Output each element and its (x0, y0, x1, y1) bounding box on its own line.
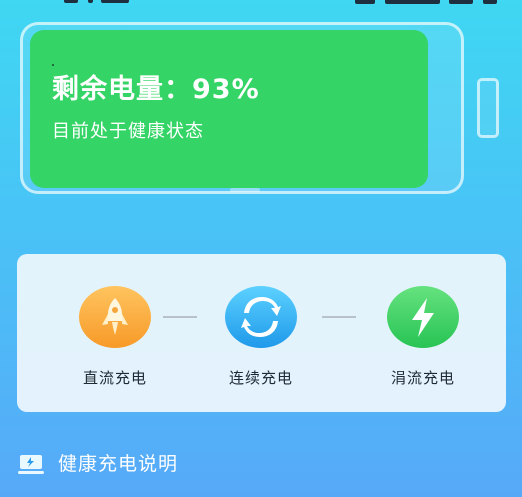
battery-info: 剩余电量：93% 目前处于健康状态 (52, 68, 260, 144)
mode-connector-1 (163, 316, 197, 318)
mode-fast-charge[interactable]: 直流充电 (55, 286, 175, 396)
mode-trickle-charge[interactable]: 涓流充电 (363, 286, 483, 396)
rocket-icon (79, 286, 151, 348)
charge-guide-icon (18, 452, 44, 476)
lightning-bolt-icon (387, 286, 459, 348)
status-bar (0, 0, 522, 6)
status-left-indicators (64, 0, 144, 3)
mode-continuous-charge[interactable]: 连续充电 (201, 286, 321, 396)
status-right-indicators (355, 0, 505, 4)
refresh-cycle-icon (225, 286, 297, 348)
charging-modes-panel: 直流充电 连续充电 涓流充电 (17, 254, 506, 412)
mode-label-fast: 直流充电 (82, 369, 147, 387)
battery-health-status: 目前处于健康状态 (52, 121, 204, 142)
mode-label-trickle: 涓流充电 (390, 369, 455, 387)
healthy-charging-guide-link[interactable]: 健康充电说明 (18, 450, 238, 480)
battery-level-text: 剩余电量：93% (52, 74, 260, 105)
healthy-charging-guide-label: 健康充电说明 (58, 453, 179, 475)
battery-cap (477, 78, 499, 138)
battery-dot (52, 64, 54, 66)
mode-connector-2 (322, 316, 356, 318)
mode-label-continuous: 连续充电 (228, 369, 293, 387)
